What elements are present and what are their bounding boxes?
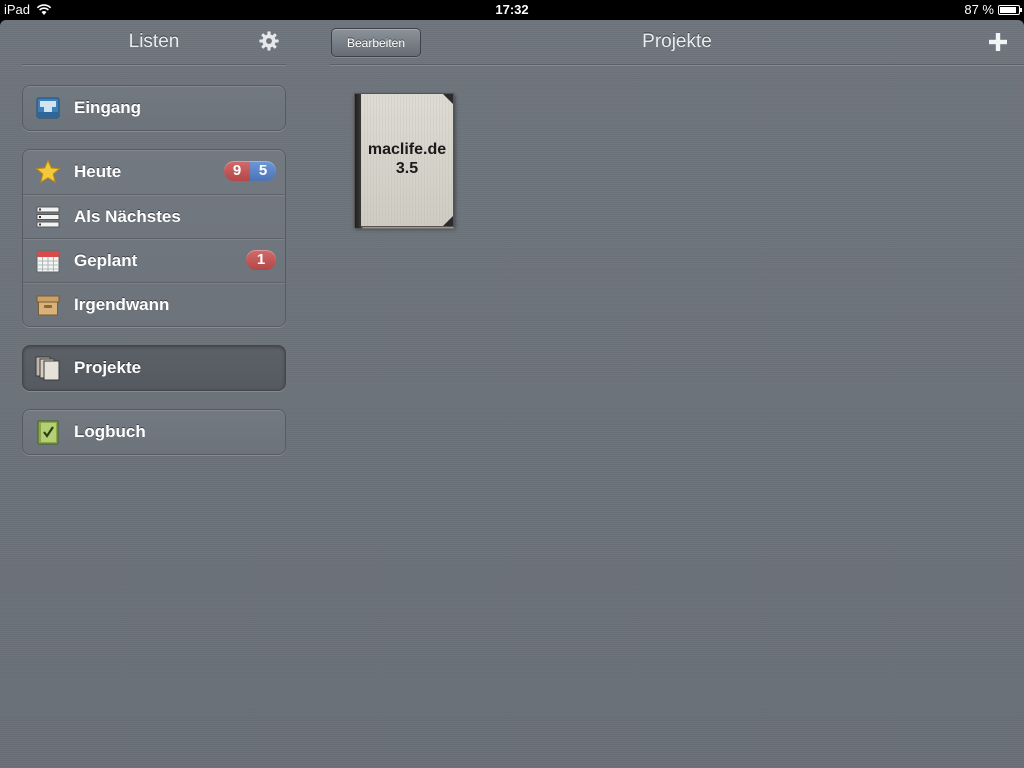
project-card-cover: maclife.de 3.5 <box>354 93 454 228</box>
page-title: Projekte <box>642 31 712 52</box>
project-title-line2: 3.5 <box>395 160 419 177</box>
scheduled-count-badge: 1 <box>246 250 276 270</box>
sidebar-group-focus: Heute 9 5 Als Nächstes Geplant 1 Irgendw… <box>22 149 286 327</box>
sidebar-item-label: Irgendwann <box>74 295 170 314</box>
sidebar-item-logbuch[interactable]: Logbuch <box>23 410 285 454</box>
sidebar-item-label: Heute <box>74 162 122 181</box>
inbox-tray-icon <box>36 97 60 119</box>
count-badges: 1 <box>246 250 276 270</box>
sidebar-item-label: Als Nächstes <box>74 207 181 226</box>
main-pane: Bearbeiten Projekte maclife.de 3.5 <box>308 20 1024 768</box>
logbook-check-icon <box>37 420 59 445</box>
book-corner-bottom <box>443 216 453 226</box>
book-corner-top <box>443 94 453 104</box>
sidebar-title: Listen <box>128 31 180 52</box>
sidebar-group-projects: Projekte <box>22 345 286 391</box>
sidebar-header: Listen <box>22 20 286 65</box>
star-icon <box>35 159 61 184</box>
plus-icon[interactable] <box>988 32 1008 52</box>
sidebar-item-eingang[interactable]: Eingang <box>23 86 285 130</box>
sidebar-item-als-naechstes[interactable]: Als Nächstes <box>23 194 285 238</box>
list-icon <box>36 206 60 228</box>
archive-box-icon <box>36 295 60 316</box>
sidebar-item-irgendwann[interactable]: Irgendwann <box>23 282 285 326</box>
status-bar: iPad 17:32 87 % <box>0 0 1024 20</box>
sidebar-group-inbox: Eingang <box>22 85 286 131</box>
sidebar-item-label: Projekte <box>74 358 142 377</box>
project-card[interactable]: maclife.de 3.5 <box>354 93 458 231</box>
sidebar-item-label: Eingang <box>74 98 142 117</box>
main-header: Bearbeiten Projekte <box>330 20 1024 65</box>
gear-icon[interactable] <box>258 30 280 52</box>
sidebar: Listen Eingang Heute 9 5 Als Nächstes Ge… <box>0 20 308 768</box>
project-title-line1: maclife.de <box>367 141 447 158</box>
calendar-icon <box>36 250 60 273</box>
today-count-badge: 5 <box>250 161 276 181</box>
sidebar-group-logbook: Logbuch <box>22 409 286 455</box>
status-right: 87 % <box>964 2 1022 17</box>
battery-percent: 87 % <box>964 2 994 17</box>
due-count-badge: 9 <box>224 161 250 181</box>
project-title: maclife.de 3.5 <box>361 140 453 178</box>
sidebar-item-heute[interactable]: Heute 9 5 <box>23 150 285 194</box>
projects-stack-icon <box>35 356 60 381</box>
sidebar-item-geplant[interactable]: Geplant 1 <box>23 238 285 282</box>
battery-icon <box>998 4 1022 15</box>
count-badges: 9 5 <box>224 161 276 181</box>
clock: 17:32 <box>495 2 529 17</box>
sidebar-item-label: Logbuch <box>74 422 146 441</box>
sidebar-item-label: Geplant <box>74 251 138 270</box>
app-window: Listen Eingang Heute 9 5 Als Nächstes Ge… <box>0 20 1024 768</box>
sidebar-item-projekte[interactable]: Projekte <box>23 346 285 390</box>
